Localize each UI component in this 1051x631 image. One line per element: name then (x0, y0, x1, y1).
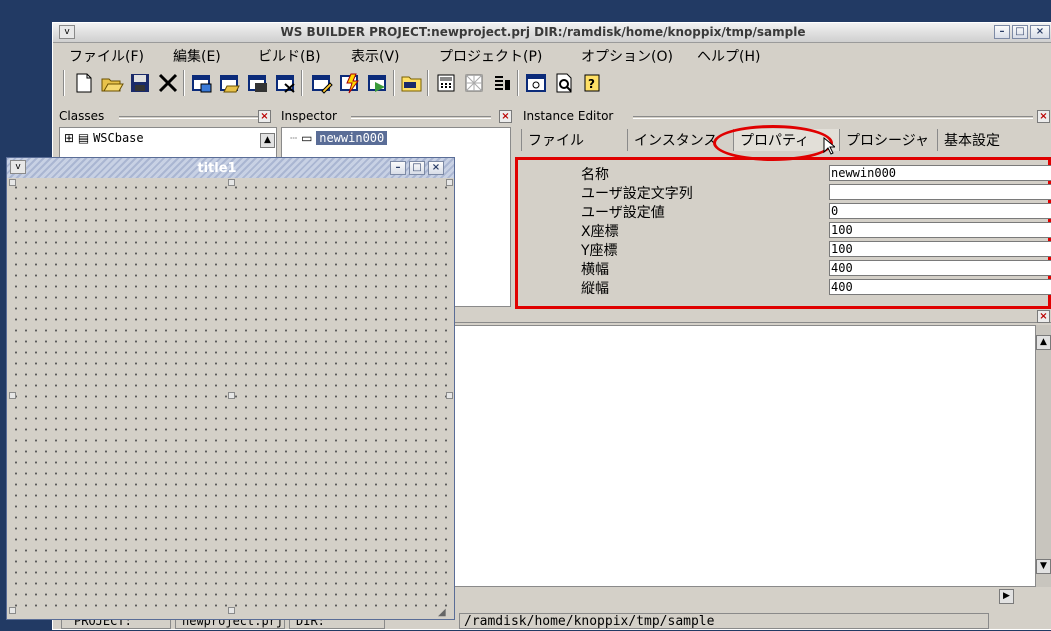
window-delete-icon[interactable] (273, 70, 299, 96)
menu-build[interactable]: ビルド(B) (258, 46, 321, 66)
prop-input-width[interactable]: 400 (829, 260, 1051, 276)
prop-input-name[interactable]: newwin000 (829, 165, 1051, 181)
classes-close-button[interactable]: × (258, 110, 271, 123)
resize-handle-ne[interactable] (446, 179, 453, 186)
title1-minimize-button[interactable]: – (390, 161, 406, 175)
prop-label-y: Y座標 (581, 243, 618, 259)
prop-label-width: 横幅 (581, 262, 609, 278)
resize-handle-s[interactable] (228, 607, 235, 614)
design-window-title1[interactable]: v title1 – □ × ◢ (6, 157, 455, 620)
resize-handle-e[interactable] (446, 392, 453, 399)
window-add-icon[interactable] (189, 70, 215, 96)
window-new-icon[interactable] (245, 70, 271, 96)
help-icon[interactable]: ? (579, 70, 605, 96)
mouse-cursor (823, 136, 837, 159)
lower-pane-scrollbar[interactable]: ▲ ▼ (1036, 325, 1051, 587)
menu-view[interactable]: 表示(V) (351, 46, 400, 66)
prop-label-user-string: ユーザ設定文字列 (581, 186, 693, 202)
build-icon[interactable] (337, 70, 363, 96)
window-menu-button[interactable]: v (59, 25, 75, 39)
tree-item-wscbase[interactable]: ⊞ ▤ WSCbase (64, 131, 144, 145)
classes-panel-title: Classes (59, 109, 105, 123)
menu-file[interactable]: ファイル(F) (69, 46, 144, 66)
lower-pane-content (453, 325, 1036, 587)
image-icon[interactable] (461, 70, 487, 96)
window-icon: ▭ (301, 131, 313, 145)
prop-input-height[interactable]: 400 (829, 279, 1051, 295)
tab-basic-settings[interactable]: 基本設定 (937, 129, 1047, 151)
resize-handle-nw[interactable] (9, 179, 16, 186)
save-icon[interactable] (127, 70, 153, 96)
menu-help[interactable]: ヘルプ(H) (697, 46, 760, 66)
maximize-button[interactable]: □ (1012, 25, 1028, 39)
scroll-right-icon[interactable]: ▶ (999, 589, 1014, 604)
edit-icon[interactable] (309, 70, 335, 96)
expand-icon[interactable]: ⊞ (64, 131, 74, 145)
prop-label-name: 名称 (581, 167, 609, 183)
calculator-icon[interactable] (433, 70, 459, 96)
preview-icon[interactable] (523, 70, 549, 96)
menu-project[interactable]: プロジェクト(P) (439, 46, 542, 66)
scroll-down-icon[interactable]: ▼ (1036, 559, 1051, 574)
open-folder-icon[interactable] (99, 70, 125, 96)
svg-text:?: ? (588, 77, 595, 91)
tree-item-label: WSCbase (93, 131, 144, 145)
prop-input-y[interactable]: 100 (829, 241, 1051, 257)
new-file-icon[interactable] (71, 70, 97, 96)
prop-input-user-string[interactable] (829, 184, 1051, 200)
title1-maximize-button[interactable]: □ (409, 161, 425, 175)
size-grip-icon[interactable]: ◢ (438, 607, 446, 618)
inspector-item[interactable]: ┄ ▭ newwin000 (290, 131, 388, 145)
lower-pane-close-button[interactable]: × (1037, 310, 1050, 323)
title1-title-bar[interactable]: v title1 – □ × (7, 158, 454, 178)
page-search-icon[interactable] (551, 70, 577, 96)
scroll-up-icon[interactable]: ▲ (260, 133, 275, 148)
align-icon[interactable] (489, 70, 515, 96)
title1-close-button[interactable]: × (428, 161, 444, 175)
scroll-up-icon[interactable]: ▲ (1036, 335, 1051, 350)
tab-file[interactable]: ファイル (521, 129, 627, 151)
prop-input-x[interactable]: 100 (829, 222, 1051, 238)
run-icon[interactable] (365, 70, 391, 96)
class-file-icon: ▤ (77, 131, 90, 145)
prop-label-user-value: ユーザ設定値 (581, 205, 665, 221)
toolbar: ? (53, 67, 1051, 101)
title-bar[interactable]: v WS BUILDER PROJECT:newproject.prj DIR:… (53, 23, 1051, 43)
status-dir-value: /ramdisk/home/knoppix/tmp/sample (459, 613, 989, 629)
instance-editor-title: Instance Editor (523, 109, 614, 123)
instance-editor-header: Instance Editor (523, 109, 1043, 125)
window-open-icon[interactable] (217, 70, 243, 96)
tab-procedure[interactable]: プロシージャ (839, 129, 937, 151)
instance-editor-close-button[interactable]: × (1037, 110, 1050, 123)
window-title: WS BUILDER PROJECT:newproject.prj DIR:/r… (280, 25, 806, 39)
tab-highlight-oval (713, 125, 833, 161)
inspector-close-button[interactable]: × (499, 110, 512, 123)
delete-icon[interactable] (155, 70, 181, 96)
resize-handle-w[interactable] (9, 392, 16, 399)
resize-handle-n[interactable] (228, 179, 235, 186)
resize-handle-sw[interactable] (9, 607, 16, 614)
menu-options[interactable]: オプション(O) (581, 46, 673, 66)
menu-edit[interactable]: 編集(E) (173, 46, 221, 66)
lower-pane-header (453, 309, 1051, 323)
menu-bar: ファイル(F) 編集(E) ビルド(B) 表示(V) プロジェクト(P) オプシ… (53, 43, 1051, 67)
inspector-panel-header: Inspector (281, 109, 511, 125)
resize-handle-center[interactable] (228, 392, 235, 399)
prop-label-height: 縦幅 (581, 281, 609, 297)
title1-title: title1 (197, 161, 237, 176)
selected-instance[interactable]: newwin000 (316, 131, 388, 145)
title1-menu-button[interactable]: v (10, 160, 26, 174)
prop-label-x: X座標 (581, 224, 619, 240)
folder-icon[interactable] (399, 70, 425, 96)
prop-input-user-value[interactable]: 0 (829, 203, 1051, 219)
classes-panel-header: Classes (59, 109, 277, 125)
minimize-button[interactable]: – (994, 25, 1010, 39)
close-button[interactable]: × (1030, 25, 1050, 39)
inspector-panel-title: Inspector (281, 109, 337, 123)
